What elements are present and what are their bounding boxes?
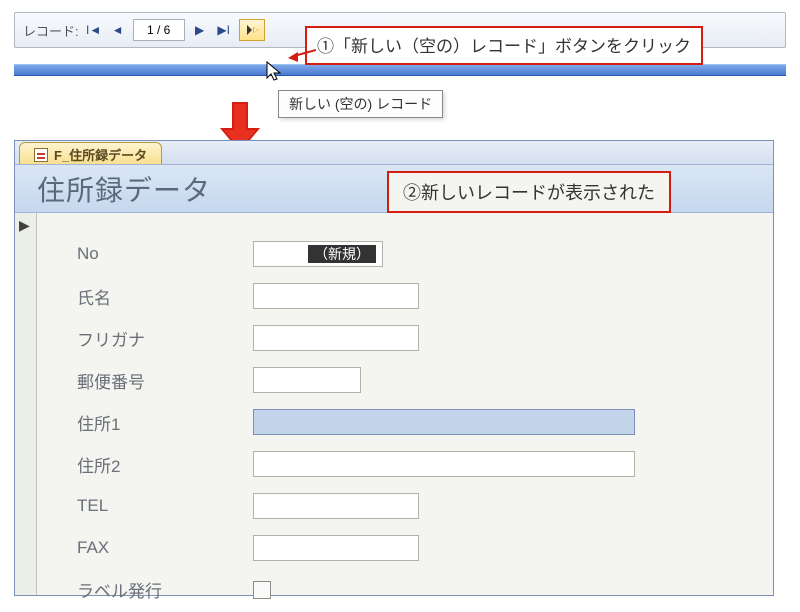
field-row-addr1: 住所1 (77, 409, 763, 435)
annotation-text-2: ②新しいレコードが表示された (403, 183, 655, 203)
checkbox-label-issue[interactable] (253, 581, 271, 599)
tooltip-text: 新しい (空の) レコード (289, 96, 432, 112)
next-record-button[interactable]: ▶ (191, 19, 209, 41)
first-record-button[interactable]: I◄ (85, 19, 103, 41)
no-value-badge: （新規） (308, 245, 376, 263)
form-title: 住所録データ (37, 169, 211, 209)
record-counter: 1 / 6 (133, 19, 185, 41)
input-fax[interactable] (253, 535, 419, 561)
input-name[interactable] (253, 283, 419, 309)
record-marker-icon: ▶ (19, 217, 30, 234)
field-row-name: 氏名 (77, 283, 763, 309)
label-furigana: フリガナ (77, 326, 253, 351)
input-addr1[interactable] (253, 409, 635, 435)
label-no: No (77, 244, 253, 264)
input-zip[interactable] (253, 367, 361, 393)
field-row-no: No （新規） (77, 241, 763, 267)
input-furigana[interactable] (253, 325, 419, 351)
label-fax: FAX (77, 538, 253, 558)
label-label-issue: ラベル発行 (77, 577, 253, 602)
label-tel: TEL (77, 496, 253, 516)
form-body: ▶ No （新規） 氏名 フリガナ 郵便番号 住所1 (15, 213, 773, 595)
last-record-button[interactable]: ▶I (215, 19, 233, 41)
form-icon (34, 148, 48, 162)
label-addr2: 住所2 (77, 452, 253, 477)
tab-address-form[interactable]: F_住所録データ (19, 142, 162, 164)
field-row-label-issue: ラベル発行 (77, 577, 763, 602)
field-row-tel: TEL (77, 493, 763, 519)
tooltip: 新しい (空の) レコード (278, 90, 443, 118)
field-row-addr2: 住所2 (77, 451, 763, 477)
prev-record-button[interactable]: ◄ (109, 19, 127, 41)
field-row-furigana: フリガナ (77, 325, 763, 351)
input-no[interactable]: （新規） (253, 241, 383, 267)
new-record-button[interactable] (239, 19, 265, 41)
label-name: 氏名 (77, 284, 253, 309)
ribbon-divider (14, 64, 786, 76)
record-selector-gutter[interactable]: ▶ (15, 213, 37, 595)
label-zip: 郵便番号 (77, 368, 253, 393)
tab-bar: F_住所録データ (15, 141, 773, 165)
tab-label: F_住所録データ (54, 145, 147, 164)
fields-area: No （新規） 氏名 フリガナ 郵便番号 住所1 (37, 213, 773, 595)
label-addr1: 住所1 (77, 410, 253, 435)
form-window: F_住所録データ 住所録データ ②新しいレコードが表示された ▶ No （新規）… (14, 140, 774, 596)
input-tel[interactable] (253, 493, 419, 519)
nav-label: レコード: (23, 21, 79, 40)
field-row-zip: 郵便番号 (77, 367, 763, 393)
annotation-arrow-1 (288, 46, 316, 69)
annotation-callout-1: ①「新しい（空の）レコード」ボタンをクリック (305, 26, 703, 65)
input-addr2[interactable] (253, 451, 635, 477)
annotation-callout-2: ②新しいレコードが表示された (387, 171, 671, 213)
new-record-icon (245, 23, 259, 37)
annotation-text-1: ①「新しい（空の）レコード」ボタンをクリック (317, 37, 691, 56)
field-row-fax: FAX (77, 535, 763, 561)
